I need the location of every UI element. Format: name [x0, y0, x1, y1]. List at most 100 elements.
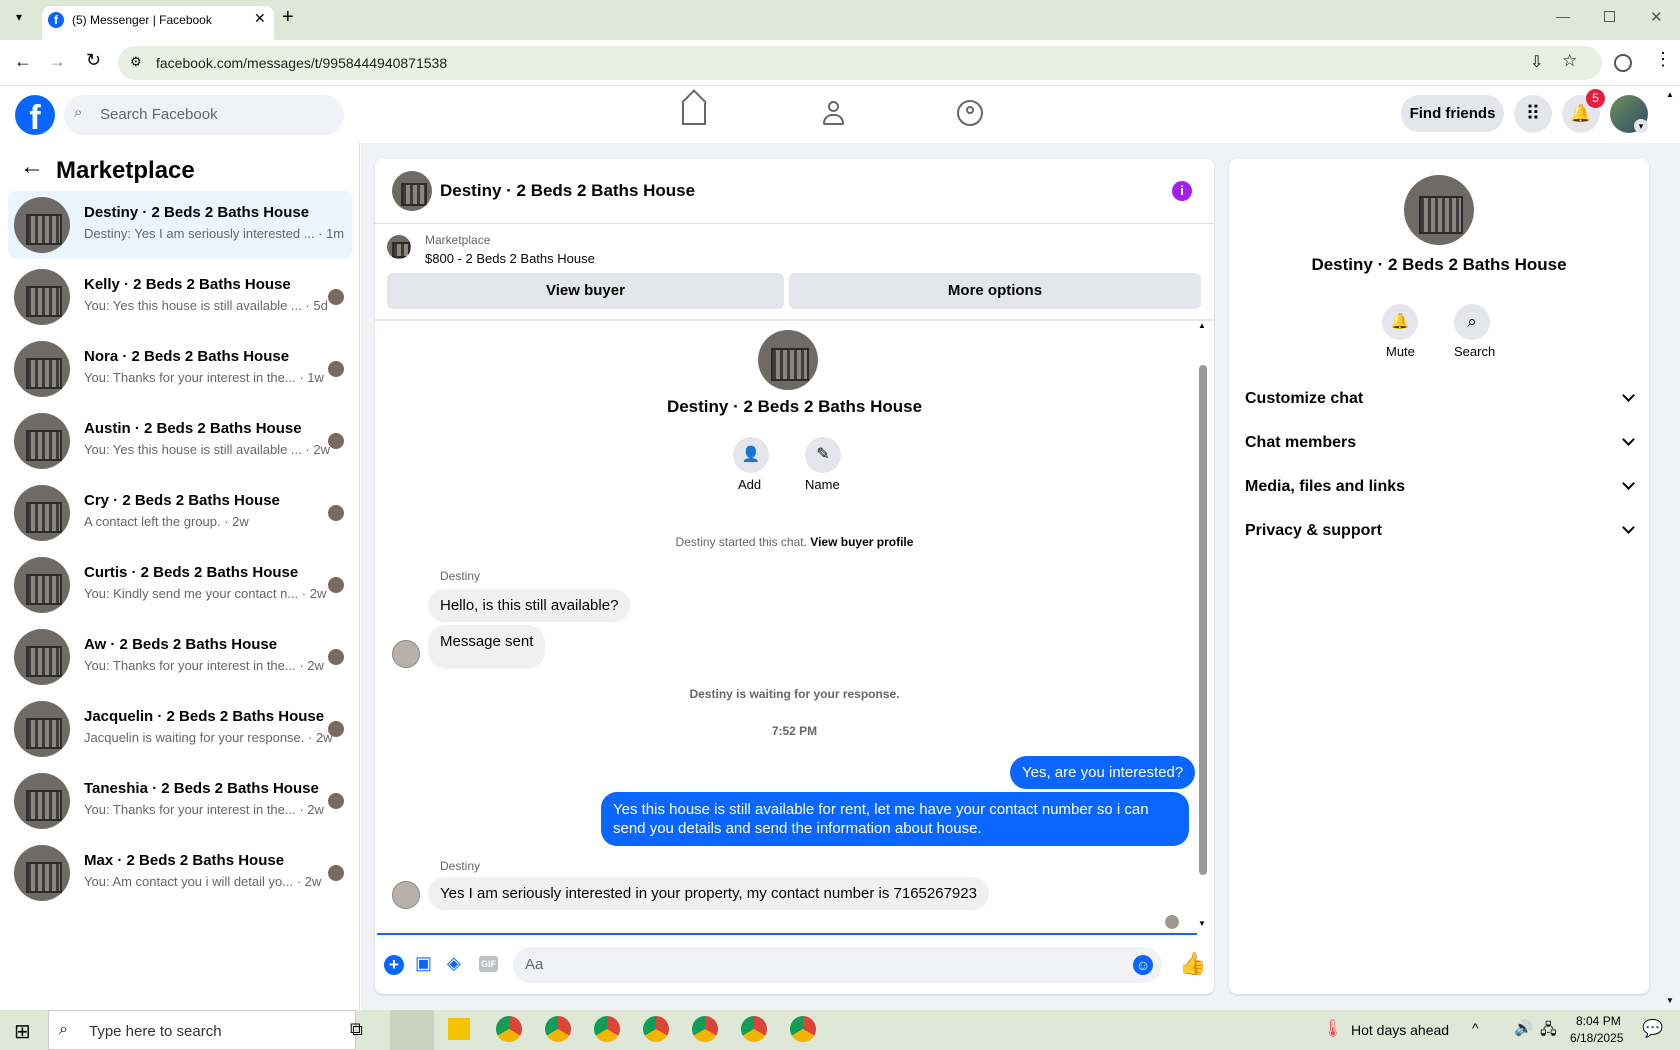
- sticky-notes-icon[interactable]: [448, 1018, 470, 1040]
- chrome-app-icon[interactable]: [496, 1016, 522, 1042]
- chrome-app-icon[interactable]: [643, 1016, 669, 1042]
- clock-date[interactable]: 6/18/2025: [1570, 1031, 1623, 1045]
- add-member-icon[interactable]: 👤: [733, 437, 769, 473]
- groups-nav-icon[interactable]: [957, 100, 983, 126]
- back-arrow-icon[interactable]: ←: [20, 153, 44, 181]
- reload-icon[interactable]: ↻: [86, 50, 101, 71]
- home-nav-icon[interactable]: [681, 89, 707, 125]
- mute-label: Mute: [1386, 344, 1415, 359]
- back-icon[interactable]: ←: [14, 51, 32, 72]
- chat-scrollbar[interactable]: [1199, 365, 1207, 875]
- sender-name: Destiny: [440, 859, 481, 873]
- chrome-app-icon[interactable]: [692, 1016, 718, 1042]
- weather-text[interactable]: Hot days ahead: [1351, 1022, 1449, 1038]
- conversation-preview: You: Thanks for your interest in the... …: [84, 658, 324, 673]
- new-tab-icon[interactable]: +: [282, 6, 294, 29]
- photo-icon[interactable]: ▣: [415, 953, 432, 974]
- conversation-item[interactable]: Austin · 2 Beds 2 Baths House You: Yes th…: [8, 407, 352, 475]
- message-line: send you details and send the informatio…: [613, 820, 982, 837]
- volume-icon[interactable]: 🔊: [1514, 1019, 1533, 1037]
- page-scroll-up-icon[interactable]: ▲: [1666, 90, 1674, 99]
- conversation-item[interactable]: Curtis · 2 Beds 2 Baths House You: Kindly…: [8, 551, 352, 619]
- scroll-up-icon[interactable]: ▲: [1198, 321, 1206, 330]
- tray-chevron-icon[interactable]: ^: [1472, 1020, 1479, 1036]
- section-chat-members[interactable]: Chat members: [1229, 423, 1649, 463]
- info-icon[interactable]: i: [1172, 181, 1192, 201]
- listing-title[interactable]: $800 - 2 Beds 2 Baths House: [425, 251, 595, 266]
- conversation-item[interactable]: Max · 2 Beds 2 Baths House You: Am contac…: [8, 839, 352, 907]
- restore-icon[interactable]: [1604, 11, 1615, 22]
- browser-tab[interactable]: f (5) Messenger | Facebook ✕: [42, 6, 274, 40]
- conversation-item[interactable]: Kelly · 2 Beds 2 Baths House You: Yes thi…: [8, 263, 352, 331]
- emoji-icon[interactable]: ☺: [1133, 955, 1153, 975]
- preview-text: Jacquelin is waiting for your response.: [84, 730, 305, 745]
- chrome-app-icon[interactable]: [790, 1016, 816, 1042]
- tab-close-icon[interactable]: ✕: [254, 10, 266, 27]
- incoming-message[interactable]: Yes I am seriously interested in your pr…: [428, 877, 989, 910]
- view-buyer-button[interactable]: View buyer: [387, 273, 784, 309]
- message-line: Yes this house is still available for re…: [613, 801, 1149, 818]
- conversation-item[interactable]: Nora · 2 Beds 2 Baths House You: Thanks f…: [8, 335, 352, 403]
- tab-list-chevron-icon[interactable]: ▾: [10, 10, 28, 28]
- chevron-down-icon: [1622, 477, 1635, 490]
- conversation-item[interactable]: Jacquelin · 2 Beds 2 Baths House Jacqueli…: [8, 695, 352, 763]
- scroll-down-icon[interactable]: ▼: [1198, 919, 1206, 928]
- listing-thumbnail[interactable]: [387, 235, 411, 259]
- sender-avatar[interactable]: [392, 881, 420, 909]
- search-facebook-input[interactable]: ⌕ Search Facebook: [64, 95, 344, 135]
- taskbar-app-pinned[interactable]: [390, 1010, 434, 1050]
- clock-time[interactable]: 8:04 PM: [1576, 1014, 1621, 1028]
- sender-avatar[interactable]: [392, 640, 420, 668]
- search-conversation-icon[interactable]: ⌕: [1454, 304, 1490, 340]
- account-chevron-icon[interactable]: ▾: [1634, 119, 1648, 133]
- message-timestamp: 7:52 PM: [771, 724, 818, 738]
- find-friends-button[interactable]: Find friends: [1401, 95, 1504, 132]
- chrome-app-icon[interactable]: [545, 1016, 571, 1042]
- conversation-item[interactable]: Aw · 2 Beds 2 Baths House You: Thanks for…: [8, 623, 352, 691]
- conversation-preview: Destiny: Yes I am seriously interested .…: [84, 226, 344, 241]
- profile-icon[interactable]: [1614, 54, 1632, 72]
- install-icon[interactable]: ⇩: [1530, 52, 1543, 72]
- mute-bell-icon[interactable]: 🔔: [1382, 304, 1418, 340]
- chrome-app-icon[interactable]: [594, 1016, 620, 1042]
- sticker-icon[interactable]: ◈: [447, 953, 461, 974]
- section-customize-chat[interactable]: Customize chat: [1229, 379, 1649, 419]
- profile-avatar[interactable]: [758, 330, 818, 390]
- menu-grid-icon[interactable]: ⠿: [1514, 95, 1552, 133]
- outgoing-message[interactable]: Yes, are you interested?: [1010, 756, 1196, 789]
- edit-name-icon[interactable]: ✎: [805, 437, 841, 473]
- notifications-icon[interactable]: 💬: [1642, 1019, 1663, 1039]
- section-privacy-support[interactable]: Privacy & support: [1229, 511, 1649, 551]
- url-field[interactable]: ⚙ facebook.com/messages/t/99584449408715…: [118, 46, 1602, 80]
- gif-icon[interactable]: GIF: [479, 956, 498, 972]
- message-input[interactable]: Aa ☺: [513, 947, 1162, 983]
- taskbar-search-box[interactable]: ⌕ Type here to search: [48, 1010, 356, 1050]
- browser-menu-icon[interactable]: ⋮: [1654, 49, 1672, 70]
- like-thumb-icon[interactable]: 👍: [1179, 951, 1206, 977]
- chat-title[interactable]: Destiny · 2 Beds 2 Baths House: [440, 181, 695, 201]
- info-avatar[interactable]: [1404, 175, 1474, 245]
- more-options-button[interactable]: More options: [789, 273, 1201, 309]
- conversation-item[interactable]: Destiny · 2 Beds 2 Baths House Destiny: Y…: [8, 191, 352, 259]
- windows-start-icon[interactable]: ⊞: [14, 1019, 31, 1044]
- view-buyer-profile-link[interactable]: View buyer profile: [810, 535, 913, 549]
- plus-icon[interactable]: +: [384, 955, 404, 975]
- bookmark-star-icon[interactable]: ☆: [1562, 51, 1577, 71]
- forward-icon[interactable]: →: [48, 51, 66, 72]
- facebook-logo[interactable]: f: [15, 95, 55, 137]
- friends-nav-icon[interactable]: [820, 101, 848, 127]
- task-view-icon[interactable]: ⧉: [350, 1019, 363, 1040]
- minimize-icon[interactable]: —: [1556, 8, 1570, 24]
- network-icon[interactable]: 🖧: [1540, 1019, 1557, 1044]
- outgoing-message[interactable]: Yes this house is still available for re…: [601, 792, 1189, 846]
- page-scroll-down-icon[interactable]: ▼: [1666, 996, 1674, 1005]
- incoming-message[interactable]: Message sent: [428, 625, 546, 669]
- chrome-app-icon[interactable]: [741, 1016, 767, 1042]
- section-media-files-links[interactable]: Media, files and links: [1229, 467, 1649, 507]
- close-window-icon[interactable]: ✕: [1650, 8, 1663, 26]
- chat-header-avatar[interactable]: [392, 171, 432, 211]
- incoming-message[interactable]: Hello, is this still available?: [428, 589, 631, 622]
- conversation-item[interactable]: Cry · 2 Beds 2 Baths House A contact left…: [8, 479, 352, 547]
- conversation-item[interactable]: Taneshia · 2 Beds 2 Baths House You: Than…: [8, 767, 352, 835]
- site-info-icon[interactable]: ⚙: [130, 54, 142, 70]
